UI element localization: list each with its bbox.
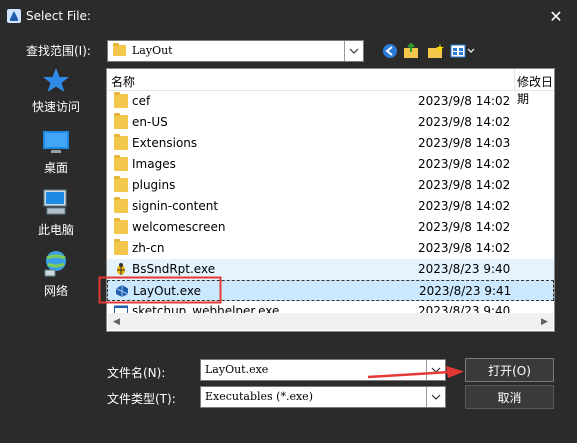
open-button[interactable]: 打开(O)	[465, 358, 554, 382]
file-name: signin-content	[132, 199, 219, 213]
list-item[interactable]: plugins 2023/9/8 14:02	[107, 175, 554, 196]
list-item[interactable]: Extensions 2023/9/8 14:03	[107, 133, 554, 154]
file-date: 2023/9/8 14:02	[418, 115, 511, 129]
file-date: 2023/9/8 14:02	[418, 178, 511, 192]
file-name: cef	[132, 94, 151, 108]
list-item[interactable]: Images 2023/9/8 14:02	[107, 154, 554, 175]
lookin-dropdown-button[interactable]	[344, 41, 363, 61]
new-folder-button[interactable]	[426, 42, 446, 60]
bug-report-icon	[117, 263, 125, 275]
desktop-icon	[43, 131, 69, 153]
chevron-right-icon: ▶	[541, 316, 548, 327]
file-date: 2023/9/8 14:02	[418, 220, 511, 234]
folder-icon	[114, 239, 128, 255]
folder-icon	[114, 113, 128, 129]
file-date: 2023/8/23 9:41	[419, 284, 512, 298]
folder-icon	[114, 92, 128, 108]
filetype-label: 文件类型(T):	[107, 392, 176, 406]
list-header: 名称 修改日期	[107, 69, 554, 106]
place-this-pc[interactable]: 此电脑	[22, 187, 90, 238]
list-item[interactable]: en-US 2023/9/8 14:02	[107, 112, 554, 133]
lookin-label: 查找范围(I):	[26, 44, 91, 58]
annotation-highlight-box	[98, 276, 222, 304]
folder-icon	[113, 43, 126, 56]
new-folder-icon	[428, 44, 444, 58]
folder-icon	[114, 176, 128, 192]
file-date: 2023/9/8 14:02	[418, 241, 511, 255]
star-icon	[43, 68, 69, 92]
place-label: 此电脑	[37, 223, 74, 237]
file-date: 2023/8/23 9:40	[418, 262, 511, 276]
place-label: 网络	[43, 284, 68, 298]
filetype-value: Executables (*.exe)	[205, 390, 313, 403]
up-folder-button[interactable]	[402, 42, 422, 60]
folder-icon	[114, 197, 128, 213]
annotation-arrow	[367, 366, 464, 379]
filename-label: 文件名(N):	[107, 366, 166, 380]
horizontal-scrollbar[interactable]: ◀ ▶	[108, 313, 553, 330]
file-name: zh-cn	[132, 241, 165, 255]
filetype-select[interactable]: Executables (*.exe)	[200, 386, 446, 408]
view-grid-icon	[450, 44, 475, 58]
chevron-left-icon: ◀	[113, 316, 120, 327]
place-quick-access[interactable]: 快速访问	[22, 66, 90, 115]
window-title: Select File:	[26, 9, 91, 23]
place-network[interactable]: 网络	[22, 248, 90, 299]
folder-icon	[114, 155, 128, 171]
cancel-button[interactable]: 取消	[465, 385, 554, 409]
computer-icon	[43, 189, 67, 215]
place-label: 快速访问	[31, 100, 80, 114]
place-label: 桌面	[43, 161, 68, 175]
app-icon	[6, 8, 22, 24]
folder-icon	[114, 134, 128, 150]
file-date: 2023/9/8 14:02	[418, 94, 511, 108]
chevron-down-icon	[349, 48, 359, 54]
close-button[interactable]: ✕	[538, 0, 574, 32]
file-date: 2023/9/8 14:03	[418, 136, 511, 150]
list-item[interactable]: welcomescreen 2023/9/8 14:02	[107, 217, 554, 238]
back-button[interactable]	[380, 42, 400, 60]
back-arrow-icon	[383, 44, 397, 58]
chevron-down-icon	[431, 394, 441, 400]
list-item[interactable]: cef 2023/9/8 14:02	[107, 91, 554, 112]
file-name: BsSndRpt.exe	[132, 262, 216, 276]
close-icon: ✕	[549, 6, 563, 26]
scroll-right-button[interactable]: ▶	[536, 313, 553, 330]
list-item[interactable]: zh-cn 2023/9/8 14:02	[107, 238, 554, 259]
lookin-combo[interactable]: LayOut	[107, 40, 364, 62]
file-date: 2023/9/8 14:02	[418, 199, 511, 213]
filetype-dropdown-button[interactable]	[426, 387, 445, 407]
folder-icon	[114, 218, 128, 234]
file-date: 2023/9/8 14:02	[418, 157, 511, 171]
view-menu-button[interactable]	[450, 42, 476, 60]
file-name: Extensions	[132, 136, 198, 150]
file-name: Images	[132, 157, 176, 171]
file-name: welcomescreen	[132, 220, 226, 234]
column-divider[interactable]	[514, 69, 515, 90]
network-icon	[44, 251, 66, 277]
file-name: plugins	[132, 178, 176, 192]
up-folder-icon	[404, 43, 418, 58]
place-desktop[interactable]: 桌面	[22, 129, 90, 176]
file-name: en-US	[132, 115, 168, 129]
column-header-name[interactable]: 名称	[111, 73, 135, 90]
filename-value[interactable]: LayOut.exe	[205, 363, 268, 376]
list-item[interactable]: signin-content 2023/9/8 14:02	[107, 196, 554, 217]
lookin-value: LayOut	[132, 44, 173, 57]
scroll-left-button[interactable]: ◀	[108, 313, 125, 330]
